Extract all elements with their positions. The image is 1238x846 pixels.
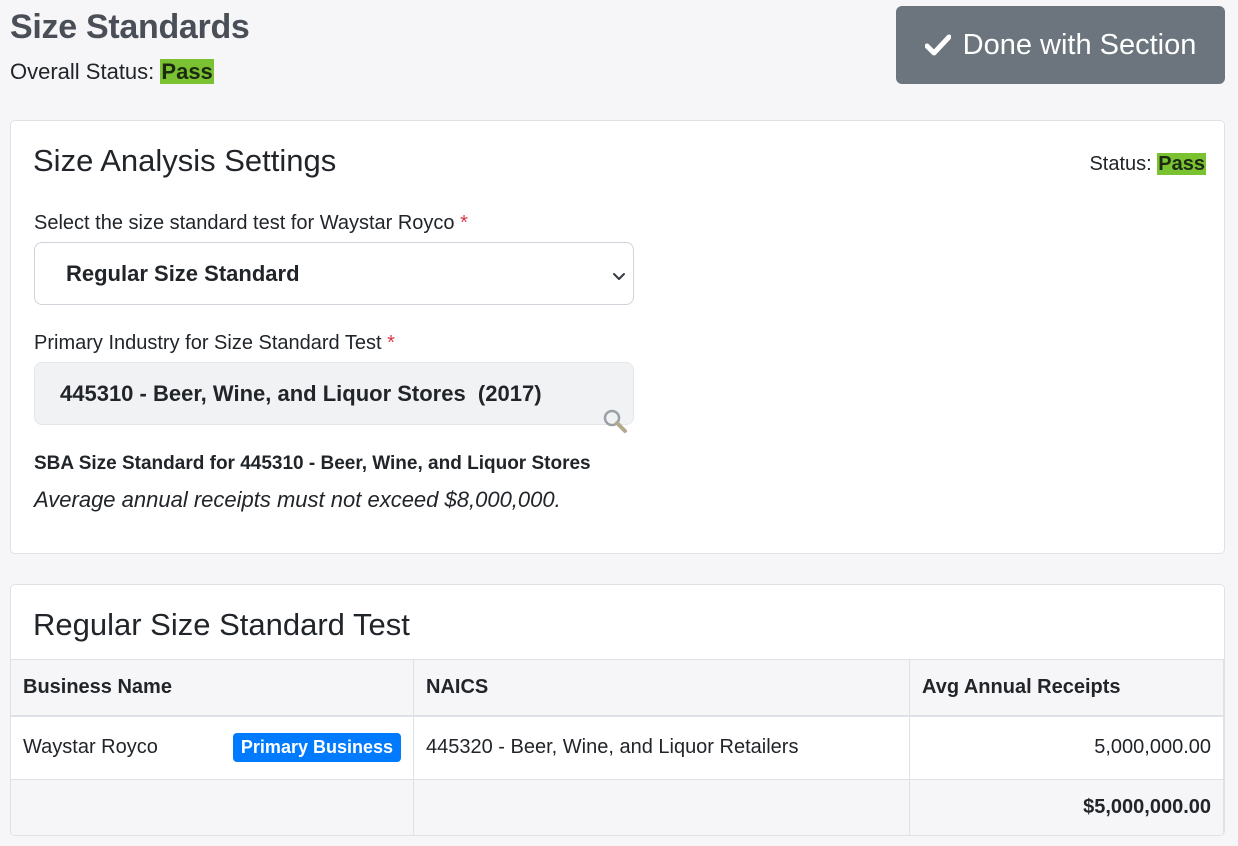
total-empty-cell	[413, 779, 910, 835]
naics-cell: 445320 - Beer, Wine, and Liquor Retailer…	[413, 715, 910, 780]
sba-size-standard-note: Average annual receipts must not exceed …	[34, 487, 561, 512]
receipts-table: Business Name NAICS Avg Annual Receipts …	[11, 659, 1224, 835]
settings-status: Status: Pass	[1089, 153, 1206, 176]
column-header-naics: NAICS	[413, 659, 910, 717]
sba-size-standard-title: SBA Size Standard for 445310 - Beer, Win…	[34, 453, 591, 474]
primary-industry-search-input[interactable]: 445310 - Beer, Wine, and Liquor Stores (…	[34, 362, 634, 433]
column-header-business-name: Business Name	[11, 659, 414, 717]
size-standard-test-select[interactable]: Regular Size Standard	[34, 242, 634, 305]
overall-status-label: Overall Status:	[10, 59, 155, 84]
select-value: Regular Size Standard	[66, 260, 300, 286]
page-title: Size Standards	[10, 8, 250, 46]
primary-business-badge: Primary Business	[232, 733, 401, 763]
column-header-avg-receipts: Avg Annual Receipts	[909, 659, 1224, 717]
settings-status-badge: Pass	[1157, 153, 1206, 175]
industry-label-text: Primary Industry for Size Standard Test	[34, 332, 382, 354]
avg-receipts-cell: 5,000,000.00	[909, 715, 1224, 780]
test-select-label: Select the size standard test for Waysta…	[34, 212, 468, 235]
overall-status-badge: Pass	[160, 59, 214, 84]
done-with-section-button[interactable]: Done with Section	[896, 6, 1225, 84]
overall-status: Overall Status: Pass	[10, 59, 214, 85]
table-row: Waystar Royco Primary Business 445320 - …	[11, 715, 1224, 780]
total-row: $5,000,000.00	[11, 779, 1224, 835]
required-marker: *	[387, 332, 395, 354]
done-button-label: Done with Section	[962, 28, 1197, 61]
business-name-cell: Waystar Royco Primary Business	[11, 715, 414, 780]
total-empty-cell	[11, 779, 414, 835]
test-select-label-text: Select the size standard test for Waysta…	[34, 212, 455, 234]
total-receipts: $5,000,000.00	[909, 779, 1224, 835]
test-title: Regular Size Standard Test	[33, 607, 410, 642]
settings-status-label: Status:	[1089, 153, 1152, 175]
business-name: Waystar Royco	[23, 736, 158, 759]
check-icon	[924, 34, 951, 56]
chevron-down-icon	[611, 265, 627, 291]
industry-value: 445310 - Beer, Wine, and Liquor Stores (…	[60, 380, 542, 406]
required-marker: *	[460, 212, 468, 234]
settings-title: Size Analysis Settings	[33, 143, 337, 178]
industry-label: Primary Industry for Size Standard Test …	[34, 332, 395, 355]
regular-size-standard-test-card: Regular Size Standard Test Business Name…	[10, 584, 1225, 836]
size-analysis-settings-card: Size Analysis Settings Status: Pass Sele…	[10, 120, 1225, 554]
table-header-row: Business Name NAICS Avg Annual Receipts	[11, 659, 1224, 717]
